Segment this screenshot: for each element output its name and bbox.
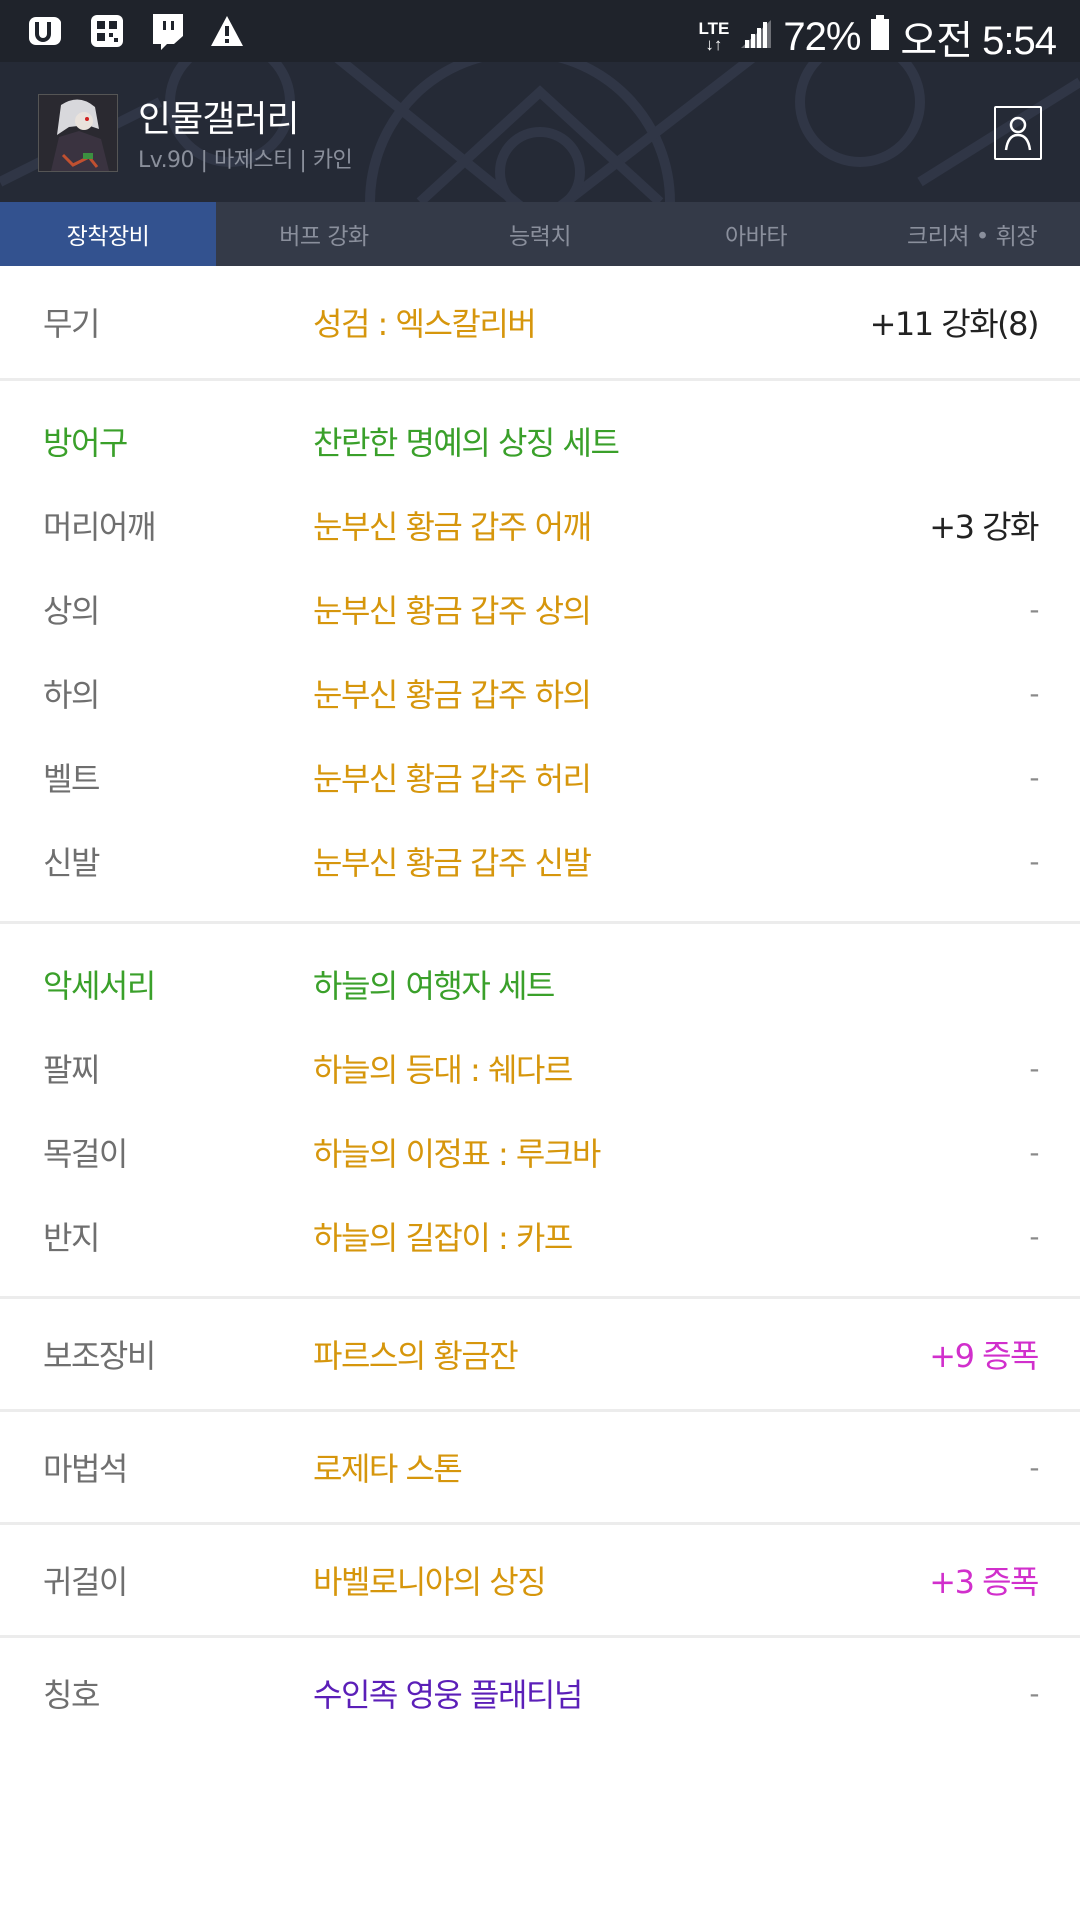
character-info: Lv.90 | 마제스티 | 카인 [138,148,353,173]
equipment-row-shoes[interactable]: 신발 눈부신 황금 갑주 신발 - [0,819,1080,903]
enhance-value: - [1029,844,1039,878]
enhance-value: - [1029,676,1039,710]
equipment-row-shoulder[interactable]: 머리어깨 눈부신 황금 갑주 어깨 +3 강화 [0,483,1080,567]
item-name: 성검 : 엑스칼리버 [313,305,537,343]
slot-label: 악세서리 [43,967,156,1005]
slot-label: 칭호 [43,1676,100,1714]
slot-label: 머리어깨 [43,508,156,546]
item-name: 하늘의 길잡이 : 카프 [313,1219,573,1257]
tab-buff-enhance[interactable]: 버프 강화 [216,202,432,266]
item-name: 로제타 스톤 [313,1450,463,1488]
amplify-value: +9 증폭 [929,1337,1039,1375]
slot-label: 마법석 [43,1450,128,1488]
slot-label: 신발 [43,844,100,882]
equipment-row-necklace[interactable]: 목걸이 하늘의 이정표 : 루크바 - [0,1110,1080,1194]
twitch-icon [146,10,188,52]
tab-bar: 장착장비 버프 강화 능력치 아바타 크리쳐 • 휘장 [0,202,1080,266]
enhance-value: - [1029,1676,1039,1710]
item-name: 눈부신 황금 갑주 허리 [313,760,592,798]
slot-label: 목걸이 [43,1135,128,1173]
item-name: 바벨로니아의 상징 [313,1563,547,1601]
slot-label: 보조장비 [43,1337,156,1375]
slot-label: 팔찌 [43,1051,100,1089]
enhance-value: +3 강화 [929,508,1039,546]
set-row-armor[interactable]: 방어구 찬란한 명예의 상징 세트 [0,399,1080,483]
slot-label: 반지 [43,1219,100,1257]
character-avatar [38,94,118,172]
tab-stats[interactable]: 능력치 [432,202,648,266]
enhance-value: - [1029,760,1039,794]
equipment-row-top[interactable]: 상의 눈부신 황금 갑주 상의 - [0,567,1080,651]
amplify-value: +3 증폭 [929,1563,1039,1601]
battery-percent: 72% [783,14,861,59]
item-name: 파르스의 황금잔 [313,1337,519,1375]
slot-label: 상의 [43,592,100,630]
equipment-row-sub-weapon[interactable]: 보조장비 파르스의 황금잔 +9 증폭 [0,1299,1080,1409]
item-name: 눈부신 황금 갑주 어깨 [313,508,592,546]
equipment-list: 무기 성검 : 엑스칼리버 +11 강화(8) 방어구 찬란한 명예의 상징 세… [0,266,1080,1748]
profile-button[interactable] [994,106,1042,160]
slot-label: 귀걸이 [43,1563,128,1601]
slot-label: 무기 [43,305,100,343]
character-header: 인물갤러리 Lv.90 | 마제스티 | 카인 [0,62,1080,202]
set-row-accessory[interactable]: 악세서리 하늘의 여행자 세트 [0,942,1080,1026]
enhance-value: - [1029,1450,1039,1484]
enhance-value: +11 강화(8) [869,305,1040,343]
equipment-row-bottom[interactable]: 하의 눈부신 황금 갑주 하의 - [0,651,1080,735]
clock: 오전 5:54 [900,19,1057,63]
tab-equipment[interactable]: 장착장비 [0,202,216,266]
slot-label: 하의 [43,676,100,714]
equipment-row-weapon[interactable]: 무기 성검 : 엑스칼리버 +11 강화(8) [0,266,1080,378]
slot-label: 벨트 [43,760,100,798]
qr-app-icon [86,10,128,52]
item-name: 하늘의 이정표 : 루크바 [313,1135,601,1173]
enhance-value: - [1029,1135,1039,1169]
battery-icon [870,14,890,60]
person-icon [1004,116,1032,151]
enhance-value: - [1029,592,1039,626]
equipment-row-earring[interactable]: 귀걸이 바벨로니아의 상징 +3 증폭 [0,1525,1080,1635]
equipment-row-title[interactable]: 칭호 수인족 영웅 플래티넘 - [0,1638,1080,1748]
page-title: 인물갤러리 [138,99,300,140]
slot-label: 방어구 [43,424,128,462]
item-name: 눈부신 황금 갑주 신발 [313,844,592,882]
set-name: 하늘의 여행자 세트 [313,967,555,1005]
status-bar: LTE ↓↑ 72% 오전 5:54 [0,0,1080,63]
warning-icon [206,10,248,52]
enhance-value: - [1029,1219,1039,1253]
lte-icon: LTE ↓↑ [698,19,730,54]
equipment-row-bracelet[interactable]: 팔찌 하늘의 등대 : 쉐다르 - [0,1026,1080,1110]
tab-avatar[interactable]: 아바타 [648,202,864,266]
equipment-row-belt[interactable]: 벨트 눈부신 황금 갑주 허리 - [0,735,1080,819]
item-name: 눈부신 황금 갑주 하의 [313,676,592,714]
equipment-row-magic-stone[interactable]: 마법석 로제타 스톤 - [0,1412,1080,1522]
tab-creature-emblem[interactable]: 크리쳐 • 휘장 [864,202,1080,266]
equipment-row-ring[interactable]: 반지 하늘의 길잡이 : 카프 - [0,1194,1080,1278]
set-name: 찬란한 명예의 상징 세트 [313,424,620,462]
enhance-value: - [1029,1051,1039,1085]
signal-icon [739,15,773,59]
item-name: 하늘의 등대 : 쉐다르 [313,1051,573,1089]
item-name: 눈부신 황금 갑주 상의 [313,592,592,630]
u-plus-icon [26,10,68,52]
item-name: 수인족 영웅 플래티넘 [313,1676,583,1714]
